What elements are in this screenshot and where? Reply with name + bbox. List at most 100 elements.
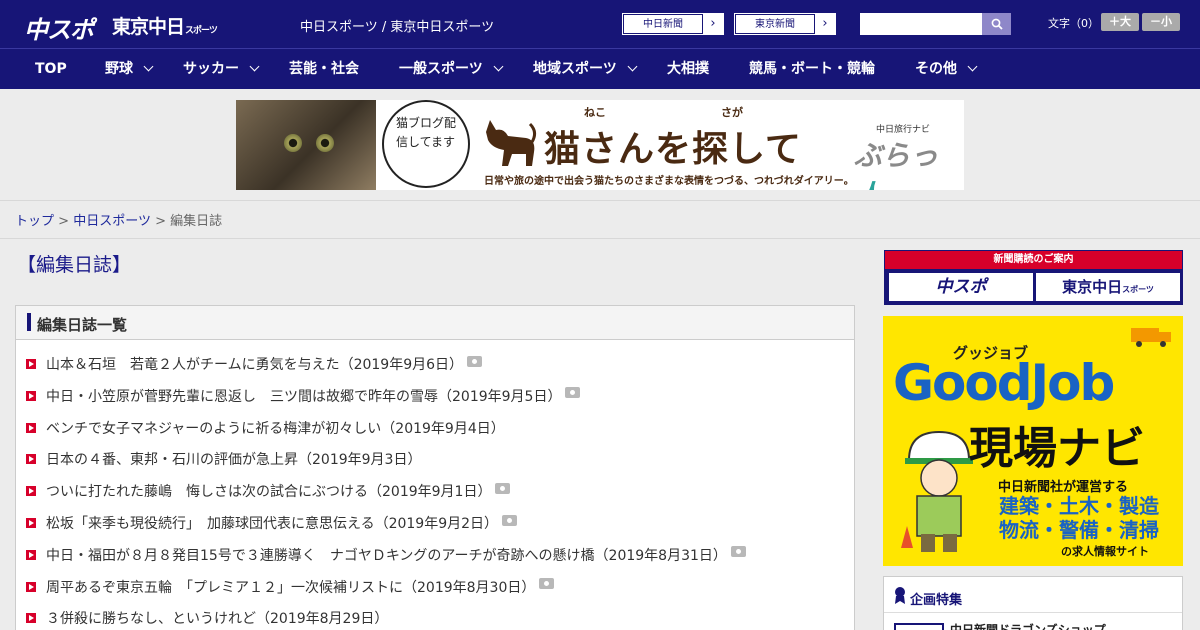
bullet-arrow-icon — [26, 613, 36, 624]
font-smaller-button[interactable]: －小 — [1142, 13, 1180, 31]
divider — [0, 238, 1200, 239]
banner-title: 猫さんを探して — [544, 129, 802, 170]
list-item[interactable]: ついに打たれた藤嶋 悔しさは次の試合にぶつける（2019年9月1日） — [26, 479, 511, 503]
tokyo-shimbun-button[interactable]: 東京新聞 › — [734, 13, 836, 35]
tokyo-logo-small: スポーツ — [185, 26, 218, 36]
chunichi-shimbun-label: 中日新聞 — [623, 14, 703, 34]
tokyo-chunichi-logo[interactable]: 東京中日スポーツ — [112, 12, 218, 39]
nav-item-top[interactable]: TOP — [35, 49, 67, 90]
cat-blog-banner[interactable]: 猫ブログ配信してます ねこ さが 猫さんを探して 中日旅行ナビ ぶらっ人 日常や… — [236, 100, 964, 190]
camera-icon — [565, 387, 581, 399]
header-accent-bar — [27, 313, 31, 331]
breadcrumb-separator: > — [58, 214, 70, 229]
camera-icon — [539, 578, 555, 590]
bullet-arrow-icon — [26, 518, 36, 528]
cat-photo — [236, 100, 376, 190]
search-input[interactable] — [860, 13, 982, 35]
list-header: 編集日誌一覧 — [16, 306, 854, 340]
bullet-arrow-icon — [26, 549, 36, 560]
chevron-right-icon: › — [703, 14, 723, 34]
article-link[interactable]: ベンチで女子マネジャーのように祈る梅津が初々しい（2019年9月4日） — [46, 418, 505, 438]
chuspo-logo[interactable]: 中スポ — [24, 10, 94, 45]
feature-header: 企画特集 — [884, 577, 1182, 613]
nav-item-other[interactable]: その他 — [915, 49, 978, 90]
nav-label: 野球 — [105, 61, 133, 77]
nav-item-soccer[interactable]: サッカー — [183, 49, 260, 90]
feature-item-link[interactable]: 中日新聞ドラゴンズショップ — [950, 621, 1106, 630]
search-icon — [991, 18, 1003, 30]
list-item[interactable]: 中日・福田が８月８発目15号で３連勝導く ナゴヤＤキングのアーチが奇跡への懸け橋… — [26, 543, 746, 567]
chevron-right-icon: › — [815, 14, 835, 34]
bubble-text: 猫ブログ配信してます — [396, 116, 457, 149]
subscribe-tokyo-label: 東京中日 — [1062, 278, 1123, 296]
cat-eye — [316, 134, 334, 152]
tokyo-logo-text: 東京中日 — [112, 16, 185, 38]
bullet-arrow-icon — [26, 486, 36, 497]
nav-item-racing[interactable]: 競馬・ボート・競輪 — [749, 49, 875, 90]
breadcrumb-chunichi-sports[interactable]: 中日スポーツ — [73, 214, 151, 229]
nav-label: 地域スポーツ — [533, 61, 617, 77]
goodjob-operator: 中日新聞社が運営する — [998, 480, 1129, 495]
chunichi-shimbun-button[interactable]: 中日新聞 › — [622, 13, 724, 35]
goodjob-categories: 建築・土木・製造 物流・警備・清掃 — [999, 494, 1159, 542]
nav-item-local-sports[interactable]: 地域スポーツ — [533, 49, 638, 90]
chevron-down-icon — [967, 61, 978, 72]
feature-title: 企画特集 — [910, 593, 963, 608]
chevron-down-icon — [493, 61, 504, 72]
article-link[interactable]: 中日・福田が８月８発目15号で３連勝導く ナゴヤＤキングのアーチが奇跡への懸け橋… — [46, 545, 727, 565]
camera-icon — [495, 482, 511, 494]
nav-item-baseball[interactable]: 野球 — [105, 49, 154, 90]
goodjob-subtitle: 現場ナビ — [969, 423, 1145, 474]
article-link[interactable]: 日本の４番、東邦・石川の評価が急上昇（2019年9月3日） — [46, 449, 421, 469]
breadcrumb-current: 編集日誌 — [170, 214, 223, 229]
chevron-down-icon — [143, 61, 154, 72]
nav-label: 競馬・ボート・競輪 — [749, 61, 875, 77]
feature-thumbnail[interactable] — [894, 623, 944, 630]
site-description: 中日スポーツ / 東京中日スポーツ — [300, 20, 495, 35]
nav-item-sumo[interactable]: 大相撲 — [667, 49, 709, 90]
article-link[interactable]: ３併殺に勝ちなし、というけれど（2019年8月29日） — [46, 608, 388, 628]
nav-label: サッカー — [183, 61, 239, 77]
list-item[interactable]: 日本の４番、東邦・石川の評価が急上昇（2019年9月3日） — [26, 447, 421, 471]
subscribe-tokyo-chunichi-button[interactable]: 東京中日スポーツ — [1036, 273, 1180, 301]
list-item[interactable]: 山本＆石垣 若竜２人がチームに勇気を与えた（2019年9月6日） — [26, 352, 483, 376]
nav-item-general-sports[interactable]: 一般スポーツ — [399, 49, 504, 90]
list-item[interactable]: 周平あるぞ東京五輪 「プレミア１２」一次候補リストに（2019年8月30日） — [26, 575, 555, 599]
list-item[interactable]: 中日・小笠原が菅野先輩に恩返し 三ツ間は故郷で昨年の雪辱（2019年9月5日） — [26, 384, 581, 408]
list-item[interactable]: ３併殺に勝ちなし、というけれど（2019年8月29日） — [26, 606, 388, 630]
article-link[interactable]: 山本＆石垣 若竜２人がチームに勇気を与えた（2019年9月6日） — [46, 354, 463, 374]
article-link[interactable]: 中日・小笠原が菅野先輩に恩返し 三ツ間は故郷で昨年の雪辱（2019年9月5日） — [46, 386, 561, 406]
breadcrumb-separator: > — [155, 214, 166, 229]
goodjob-jobs-line1: 建築・土木・製造 — [999, 494, 1159, 518]
cat-silhouette-icon — [486, 120, 537, 166]
brand-prefix: ぶらっ — [854, 139, 939, 172]
bullet-arrow-icon — [26, 422, 36, 433]
nav-label: 一般スポーツ — [399, 61, 483, 77]
subscription-heading: 新聞購読のご案内 — [885, 251, 1182, 269]
nav-label: TOP — [35, 61, 67, 77]
list-title: 編集日誌一覧 — [37, 316, 128, 334]
goodjob-ad-banner[interactable]: グッジョブ GoodJob 現場ナビ 中日新聞社が運営する 建築・土木・製造 物… — [883, 316, 1183, 566]
ruby-neko: ねこ — [584, 106, 606, 119]
breadcrumb: トップ > 中日スポーツ > 編集日誌 — [15, 210, 222, 229]
nav-item-entertainment[interactable]: 芸能・社会 — [289, 49, 359, 90]
list-item[interactable]: 松坂「来季も現役続行」 加藤球団代表に意思伝える（2019年9月2日） — [26, 511, 518, 535]
breadcrumb-top[interactable]: トップ — [15, 214, 54, 229]
font-larger-button[interactable]: ＋大 — [1101, 13, 1139, 31]
truck-icon — [1131, 328, 1171, 347]
ruby-saga: さが — [721, 106, 743, 119]
article-link[interactable]: 松坂「来季も現役続行」 加藤球団代表に意思伝える（2019年9月2日） — [46, 513, 498, 533]
article-link[interactable]: 周平あるぞ東京五輪 「プレミア１２」一次候補リストに（2019年8月30日） — [46, 577, 535, 597]
page-title: 【編集日誌】 — [17, 254, 132, 276]
subscribe-chuspo-button[interactable]: 中スポ — [889, 273, 1033, 301]
bullet-arrow-icon — [26, 359, 36, 369]
bullet-arrow-icon — [26, 581, 36, 592]
site-header: 中スポ 東京中日スポーツ 中日スポーツ / 東京中日スポーツ 中日新聞 › 東京… — [0, 0, 1200, 48]
list-item[interactable]: ベンチで女子マネジャーのように祈る梅津が初々しい（2019年9月4日） — [26, 416, 505, 440]
main-nav: TOP 野球 サッカー 芸能・社会 一般スポーツ 地域スポーツ 大相撲 競馬・ボ… — [0, 48, 1200, 89]
article-link[interactable]: ついに打たれた藤嶋 悔しさは次の試合にぶつける（2019年9月1日） — [46, 481, 491, 501]
search-button[interactable] — [982, 13, 1011, 35]
brand-suffix: 人 — [854, 179, 882, 190]
tokyo-shimbun-label: 東京新聞 — [735, 14, 815, 34]
font-size-label: 文字（0） — [1048, 17, 1099, 30]
